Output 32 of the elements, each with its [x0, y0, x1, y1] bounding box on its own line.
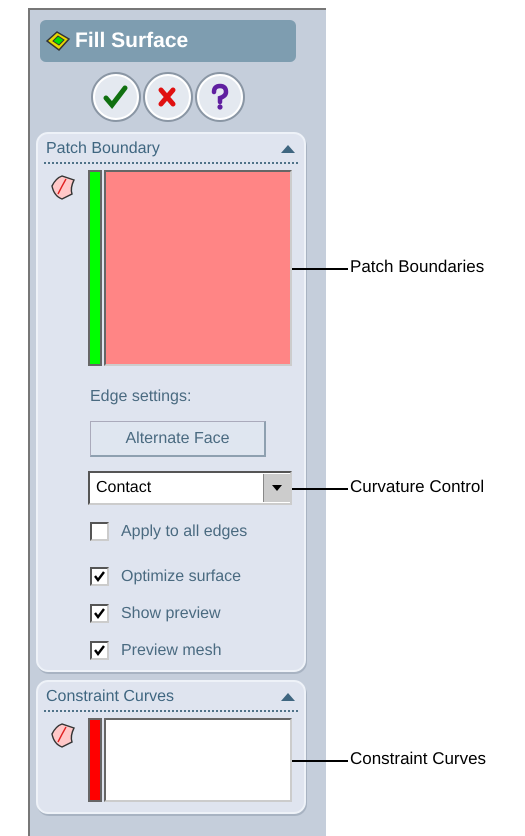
help-button[interactable] [195, 72, 245, 122]
checkbox-label[interactable]: Preview mesh [121, 642, 222, 660]
callout-label: Curvature Control [350, 477, 484, 497]
selection-list-highlighted[interactable] [104, 170, 292, 366]
check-icon [94, 571, 105, 582]
panel-title: Fill Surface [75, 29, 188, 53]
check-icon [94, 608, 105, 619]
selection-list[interactable] [104, 718, 292, 802]
callout-label: Constraint Curves [350, 749, 486, 769]
checkbox[interactable] [90, 641, 109, 660]
leader-line [292, 268, 348, 270]
checkbox-label[interactable]: Optimize surface [121, 568, 242, 586]
checkbox[interactable] [90, 604, 109, 623]
cancel-button[interactable] [143, 72, 193, 122]
collapse-arrow-icon[interactable] [280, 144, 296, 154]
checkbox[interactable] [90, 567, 109, 586]
group-title[interactable]: Patch Boundary [46, 140, 160, 158]
checkbox[interactable] [90, 522, 109, 541]
leader-line [292, 488, 348, 490]
callout-label: Patch Boundaries [350, 257, 484, 277]
fill-surface-icon [45, 30, 71, 52]
dropdown-arrow-icon[interactable] [272, 485, 282, 491]
checkbox-label[interactable]: Apply to all edges [121, 522, 248, 540]
collapse-arrow-icon[interactable] [280, 692, 296, 702]
ok-button[interactable] [91, 72, 141, 122]
curvature-dropdown[interactable]: Contact [88, 471, 292, 505]
edge-settings-label: Edge settings: [90, 388, 192, 406]
alternate-face-button[interactable]: Alternate Face [90, 421, 266, 457]
leader-line [292, 760, 348, 762]
checkbox-label[interactable]: Show preview [121, 604, 221, 622]
check-icon [94, 645, 105, 656]
group-title[interactable]: Constraint Curves [46, 688, 174, 706]
